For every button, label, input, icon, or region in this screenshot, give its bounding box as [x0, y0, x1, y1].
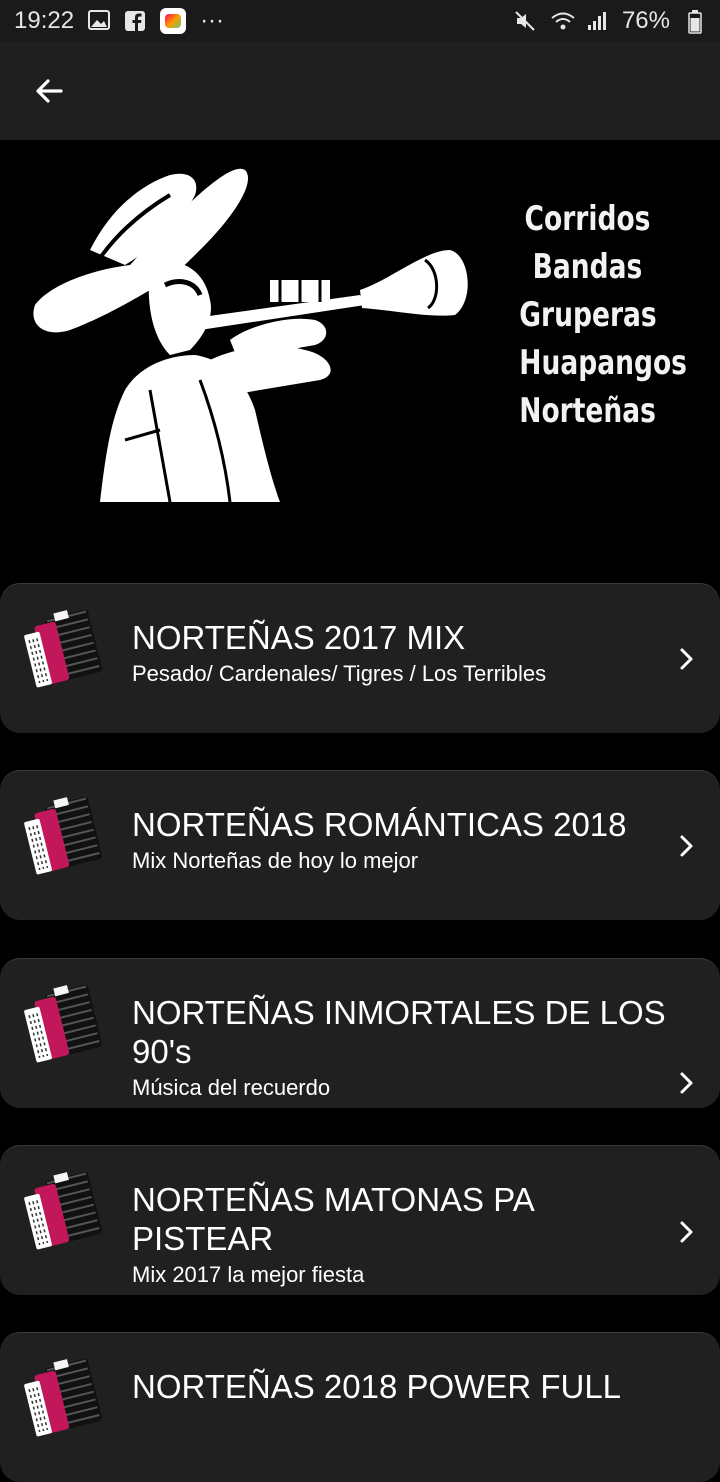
genre-list: Corridos Bandas Gruperas Huapangos Norte… [519, 195, 687, 435]
playlist-card[interactable]: NORTEÑAS ROMÁNTICAS 2018 Mix Norteñas de… [0, 770, 720, 920]
accordion-icon [24, 984, 103, 1063]
card-text: NORTEÑAS ROMÁNTICAS 2018 Mix Norteñas de… [132, 805, 677, 876]
status-right: 76% [514, 7, 706, 35]
playlist-card[interactable]: NORTEÑAS INMORTALES DE LOS 90's Música d… [0, 958, 720, 1108]
playlist-card[interactable]: NORTEÑAS 2017 MIX Pesado/ Cardenales/ Ti… [0, 583, 720, 733]
playlist-card[interactable]: NORTEÑAS MATONAS PA PISTEAR Mix 2017 la … [0, 1145, 720, 1295]
playlist-title: NORTEÑAS MATONAS PA PISTEAR [132, 1181, 533, 1257]
header-banner: Corridos Bandas Gruperas Huapangos Norte… [0, 140, 720, 502]
playlist-title: NORTEÑAS ROMÁNTICAS 2018 [132, 806, 627, 843]
chevron-right-icon [680, 1072, 693, 1094]
genre-label: Huapangos [519, 343, 687, 383]
facebook-notification-icon [124, 10, 146, 32]
status-time: 19:22 [14, 7, 75, 34]
accordion-icon [24, 609, 103, 688]
wifi-icon [550, 10, 575, 32]
playlist-subtitle: Pesado/ Cardenales/ Tigres / Los Terribl… [132, 661, 547, 686]
more-notifications-icon: ··· [200, 7, 225, 34]
chevron-right-icon [680, 835, 693, 857]
accordion-icon [24, 796, 103, 875]
playlist-title: NORTEÑAS 2017 MIX [132, 619, 466, 656]
playlist-title: NORTEÑAS 2018 POWER FULL [132, 1368, 622, 1405]
playlist-subtitle: Mix Norteñas de hoy lo mejor [132, 848, 419, 873]
status-bar: 19:22 ··· 76% [0, 0, 720, 42]
genre-label: Norteñas [519, 391, 656, 431]
playlist-subtitle: Mix 2017 la mejor fiesta [132, 1262, 365, 1287]
status-left: 19:22 ··· [14, 7, 224, 35]
back-button[interactable] [24, 66, 74, 116]
signal-icon [586, 10, 608, 32]
accordion-icon [24, 1171, 103, 1250]
mute-icon [514, 10, 536, 32]
gallery-notification-icon [88, 10, 111, 32]
card-text: NORTEÑAS INMORTALES DE LOS 90's Música d… [132, 993, 677, 1103]
genre-label: Bandas [532, 247, 643, 287]
card-text: NORTEÑAS MATONAS PA PISTEAR Mix 2017 la … [132, 1180, 677, 1290]
card-text: NORTEÑAS 2018 POWER FULL [132, 1367, 677, 1408]
accordion-icon [24, 1358, 103, 1437]
battery-percent: 76% [621, 7, 670, 34]
card-text: NORTEÑAS 2017 MIX Pesado/ Cardenales/ Ti… [132, 618, 677, 689]
genre-label: Corridos [524, 199, 651, 239]
playlist-title: NORTEÑAS INMORTALES DE LOS 90's [132, 994, 666, 1070]
app-notification-icon [160, 8, 187, 34]
arrow-left-icon [36, 79, 63, 103]
toolbar [0, 42, 720, 140]
genre-label: Gruperas [519, 295, 657, 335]
playlist-card[interactable]: NORTEÑAS 2018 POWER FULL [0, 1332, 720, 1482]
chevron-right-icon [680, 648, 693, 670]
mariachi-trumpet-illustration [33, 168, 468, 502]
playlist-subtitle: Música del recuerdo [132, 1075, 331, 1100]
chevron-right-icon [680, 1221, 693, 1243]
battery-icon [684, 10, 706, 34]
